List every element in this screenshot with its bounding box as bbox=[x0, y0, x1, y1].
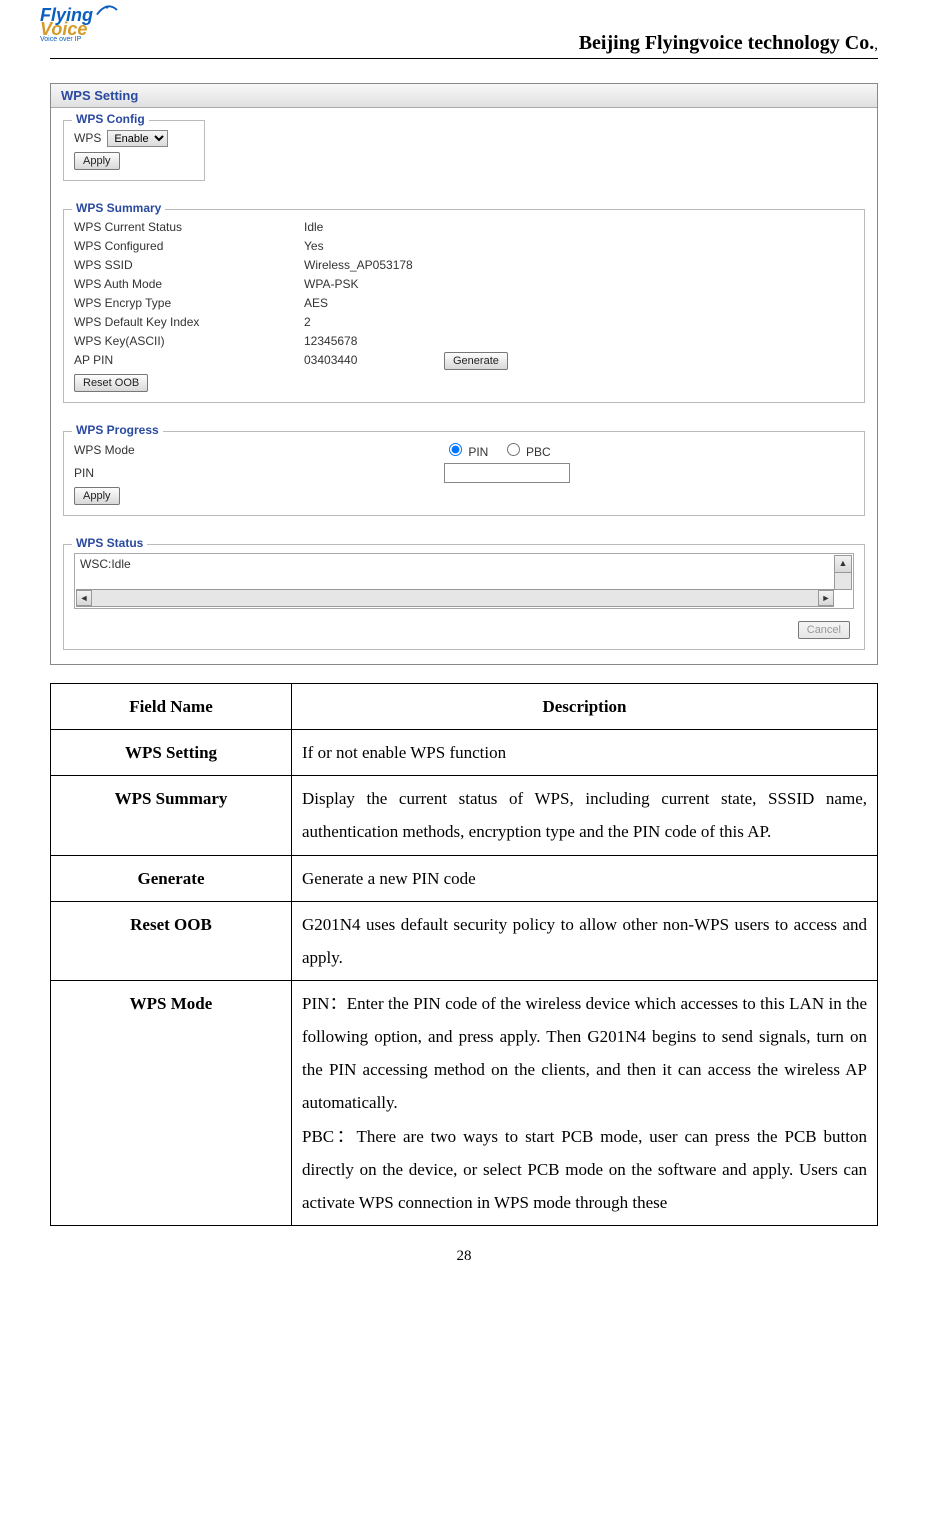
table-row: WPS Mode PIN：Enter the PIN code of the w… bbox=[51, 980, 878, 1225]
wps-progress-apply-button[interactable]: Apply bbox=[74, 487, 120, 505]
wps-config-fieldset: WPS Config WPS Enable Apply bbox=[63, 120, 205, 181]
description-cell: G201N4 uses default security policy to a… bbox=[292, 901, 878, 980]
summary-label: WPS SSID bbox=[74, 256, 304, 275]
wps-summary-legend: WPS Summary bbox=[72, 201, 165, 215]
summary-value: Wireless_AP053178 bbox=[304, 256, 413, 275]
field-name-cell: Generate bbox=[51, 855, 292, 901]
scroll-left-icon[interactable]: ◄ bbox=[76, 590, 92, 606]
description-cell: Display the current status of WPS, inclu… bbox=[292, 776, 878, 855]
hscrollbar[interactable]: ◄ ► bbox=[76, 589, 834, 607]
scroll-right-icon[interactable]: ► bbox=[818, 590, 834, 606]
wps-progress-legend: WPS Progress bbox=[72, 423, 163, 437]
table-row: WPS Setting If or not enable WPS functio… bbox=[51, 730, 878, 776]
description-cell: Generate a new PIN code bbox=[292, 855, 878, 901]
page-header: Flying Voice Voice over IP Beijing Flyin… bbox=[50, 10, 878, 59]
summary-label: WPS Current Status bbox=[74, 218, 304, 237]
table-row: Reset OOB G201N4 uses default security p… bbox=[51, 901, 878, 980]
table-row: WPS Summary Display the current status o… bbox=[51, 776, 878, 855]
summary-label: WPS Default Key Index bbox=[74, 313, 304, 332]
wps-summary-fieldset: WPS Summary WPS Current StatusIdle WPS C… bbox=[63, 209, 865, 403]
wps-status-fieldset: WPS Status WSC:Idle ▲ ◄ ► Cancel bbox=[63, 544, 865, 650]
status-textarea: WSC:Idle ▲ ◄ ► bbox=[74, 553, 854, 609]
description-cell: If or not enable WPS function bbox=[292, 730, 878, 776]
summary-value: 12345678 bbox=[304, 332, 357, 351]
wps-progress-fieldset: WPS Progress WPS Mode PIN PBC PIN Apply bbox=[63, 431, 865, 516]
generate-button[interactable]: Generate bbox=[444, 352, 508, 370]
status-text: WSC:Idle bbox=[80, 557, 131, 571]
pin-input[interactable] bbox=[444, 463, 570, 483]
summary-value: Idle bbox=[304, 218, 323, 237]
wps-mode-pin-radio[interactable] bbox=[449, 443, 462, 456]
scroll-up-icon[interactable]: ▲ bbox=[834, 555, 852, 573]
field-name-cell: WPS Mode bbox=[51, 980, 292, 1225]
field-name-cell: WPS Summary bbox=[51, 776, 292, 855]
col-field-name: Field Name bbox=[51, 684, 292, 730]
wps-screenshot: WPS Setting WPS Config WPS Enable Apply … bbox=[50, 83, 878, 665]
wps-config-legend: WPS Config bbox=[72, 112, 149, 126]
col-description: Description bbox=[292, 684, 878, 730]
summary-value: 2 bbox=[304, 313, 311, 332]
cancel-button[interactable]: Cancel bbox=[798, 621, 850, 639]
table-row: Generate Generate a new PIN code bbox=[51, 855, 878, 901]
field-name-cell: Reset OOB bbox=[51, 901, 292, 980]
summary-label: WPS Auth Mode bbox=[74, 275, 304, 294]
wps-mode-pbc-radio[interactable] bbox=[507, 443, 520, 456]
wps-mode-label: WPS Mode bbox=[74, 443, 444, 457]
logo-text-bottom: Voice bbox=[40, 22, 93, 36]
summary-value: Yes bbox=[304, 237, 324, 256]
summary-label: WPS Encryp Type bbox=[74, 294, 304, 313]
company-name: Beijing Flyingvoice technology Co., bbox=[579, 32, 878, 55]
description-table: Field Name Description WPS Setting If or… bbox=[50, 683, 878, 1226]
summary-value: 03403440 bbox=[304, 351, 434, 370]
page-number: 28 bbox=[50, 1248, 878, 1265]
summary-label: WPS Configured bbox=[74, 237, 304, 256]
wps-config-apply-button[interactable]: Apply bbox=[74, 152, 120, 170]
field-name-cell: WPS Setting bbox=[51, 730, 292, 776]
table-header-row: Field Name Description bbox=[51, 684, 878, 730]
wps-mode-pbc-option[interactable]: PBC bbox=[502, 445, 551, 459]
summary-label: AP PIN bbox=[74, 351, 304, 370]
pin-label: PIN bbox=[74, 466, 444, 480]
wps-status-legend: WPS Status bbox=[72, 536, 147, 550]
description-cell: PIN：Enter the PIN code of the wireless d… bbox=[292, 980, 878, 1225]
summary-value: AES bbox=[304, 294, 328, 313]
panel-title: WPS Setting bbox=[51, 84, 877, 108]
logo: Flying Voice Voice over IP bbox=[40, 8, 93, 43]
summary-value: WPA-PSK bbox=[304, 275, 358, 294]
wps-enable-select[interactable]: Enable bbox=[107, 130, 168, 147]
wps-mode-pin-option[interactable]: PIN bbox=[444, 445, 488, 459]
reset-oob-button[interactable]: Reset OOB bbox=[74, 374, 148, 392]
scrollbar[interactable] bbox=[834, 572, 852, 590]
summary-label: WPS Key(ASCII) bbox=[74, 332, 304, 351]
wps-label: WPS bbox=[74, 129, 101, 148]
